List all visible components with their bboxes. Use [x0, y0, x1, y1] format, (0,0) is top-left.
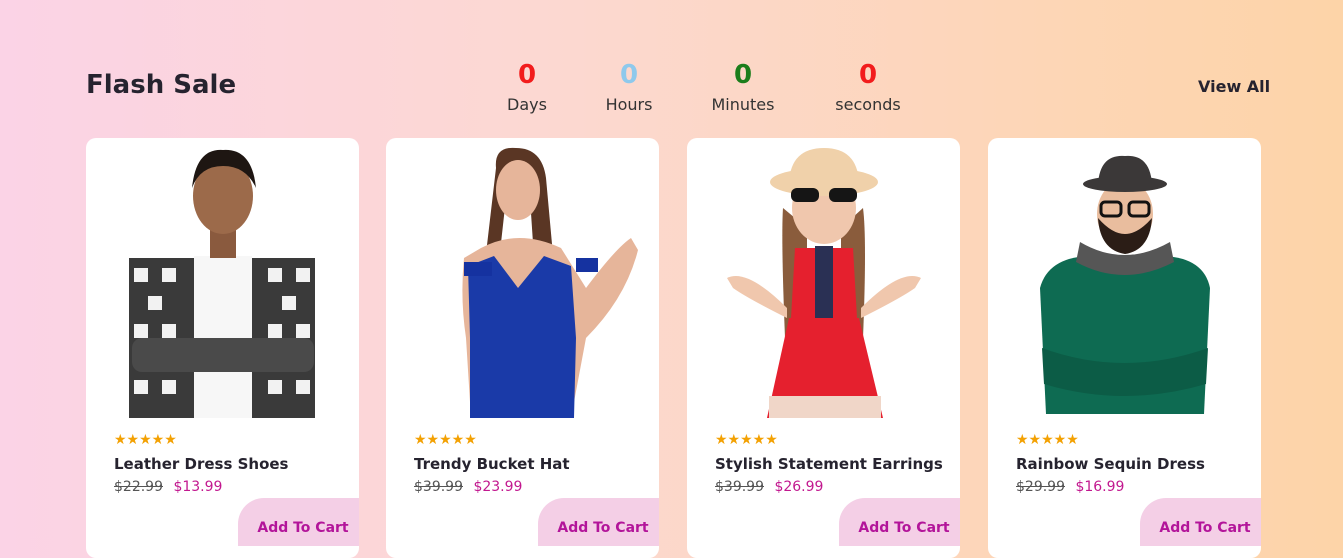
rating-stars: ★★★★★	[1016, 432, 1079, 448]
product-price: $22.99 $13.99	[114, 479, 222, 495]
product-name: Stylish Statement Earrings	[715, 455, 943, 473]
minutes-label: Minutes	[711, 95, 775, 114]
original-price: $39.99	[715, 479, 764, 495]
original-price: $22.99	[114, 479, 163, 495]
product-image	[462, 147, 638, 418]
section-title: Flash Sale	[86, 70, 237, 100]
product-price: $29.99 $16.99	[1016, 479, 1124, 495]
seconds-label: seconds	[835, 95, 901, 114]
original-price: $29.99	[1016, 479, 1065, 495]
countdown-hours: 0 Hours	[569, 58, 689, 115]
rating-stars: ★★★★★	[414, 432, 477, 448]
product-image	[129, 149, 315, 418]
add-to-cart-button[interactable]: Add To Cart	[1140, 498, 1261, 546]
sale-price: $23.99	[473, 479, 523, 495]
view-all-link[interactable]: View All	[1198, 77, 1270, 96]
hours-value: 0	[619, 60, 639, 90]
sale-price: $16.99	[1075, 479, 1125, 495]
product-name: Rainbow Sequin Dress	[1016, 455, 1205, 473]
rating-stars: ★★★★★	[715, 432, 778, 448]
add-to-cart-button[interactable]: Add To Cart	[538, 498, 659, 546]
sale-price: $26.99	[774, 479, 824, 495]
product-card[interactable]: ★★★★★ Stylish Statement Earrings $39.99 …	[687, 138, 960, 558]
add-to-cart-button[interactable]: Add To Cart	[238, 498, 359, 546]
product-card[interactable]: ★★★★★ Leather Dress Shoes $22.99 $13.99 …	[86, 138, 359, 558]
minutes-value: 0	[733, 60, 753, 90]
product-price: $39.99 $23.99	[414, 479, 522, 495]
sale-price: $13.99	[173, 479, 223, 495]
original-price: $39.99	[414, 479, 463, 495]
countdown-seconds: 0 seconds	[808, 58, 928, 115]
seconds-value: 0	[858, 60, 878, 90]
hours-label: Hours	[605, 95, 653, 114]
rating-stars: ★★★★★	[114, 432, 177, 448]
product-card[interactable]: ★★★★★ Rainbow Sequin Dress $29.99 $16.99…	[988, 138, 1261, 558]
product-image	[1040, 155, 1210, 414]
countdown-minutes: 0 Minutes	[683, 58, 803, 115]
product-name: Leather Dress Shoes	[114, 455, 289, 473]
product-card[interactable]: ★★★★★ Trendy Bucket Hat $39.99 $23.99 Ad…	[386, 138, 659, 558]
add-to-cart-button[interactable]: Add To Cart	[839, 498, 960, 546]
product-image	[727, 148, 921, 418]
product-name: Trendy Bucket Hat	[414, 455, 570, 473]
product-price: $39.99 $26.99	[715, 479, 823, 495]
